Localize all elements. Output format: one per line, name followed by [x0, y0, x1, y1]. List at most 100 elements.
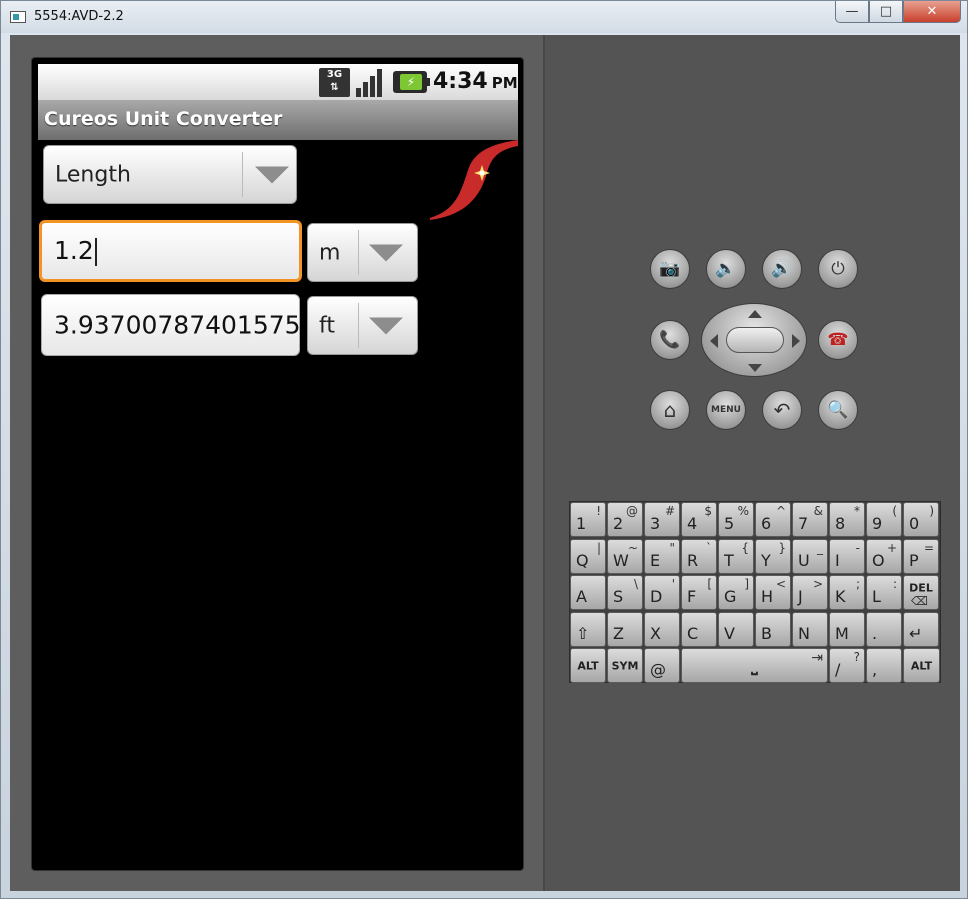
volume-up-button[interactable]: 🔊: [762, 249, 802, 289]
key-label: Z: [613, 623, 624, 643]
output-unit-spinner[interactable]: ft: [307, 296, 418, 355]
key-row2-8[interactable]: O +: [866, 538, 902, 574]
key-alt-right[interactable]: ALT: [903, 648, 940, 683]
key-alt-left[interactable]: ALT: [570, 648, 606, 683]
signal-strength-icon: [356, 68, 386, 97]
key-row4-5[interactable]: B: [755, 611, 791, 647]
back-button[interactable]: ↶: [762, 390, 802, 430]
key-shift-label: $: [704, 504, 712, 518]
camera-button[interactable]: 📷: [650, 249, 690, 289]
key-row3-8[interactable]: L:: [866, 575, 902, 610]
key-shift-label: %: [737, 504, 749, 518]
key-row1-8[interactable]: 9(: [866, 502, 902, 537]
key-row1-7[interactable]: 8 *: [829, 502, 865, 537]
key-row2-2[interactable]: E ": [644, 538, 680, 574]
key-row4-2[interactable]: X: [644, 611, 680, 647]
key-row2-5[interactable]: Y}: [755, 538, 791, 574]
key-label: G: [724, 587, 737, 606]
app-title: Cureos Unit Converter: [44, 108, 283, 130]
input-value-field[interactable]: 1.2: [39, 220, 302, 282]
key-row4-9[interactable]: ↵: [903, 611, 939, 647]
input-unit-spinner[interactable]: m: [307, 223, 418, 282]
key-label: SYM: [611, 659, 639, 672]
key-row1-9[interactable]: 0): [903, 502, 939, 537]
key-row4-4[interactable]: V: [718, 611, 754, 647]
key-label: 7: [798, 514, 809, 533]
key-row4-6[interactable]: N: [792, 611, 828, 647]
key-row3-9[interactable]: DEL ⌫: [903, 575, 939, 610]
search-button[interactable]: 🔍: [818, 390, 858, 430]
key-row3-3[interactable]: F[: [681, 575, 717, 610]
key-label: Q: [576, 550, 589, 570]
key-row2-6[interactable]: U _: [792, 538, 828, 574]
key-label: @: [650, 660, 666, 679]
key-at[interactable]: @: [644, 648, 680, 683]
output-value-field[interactable]: 3.93700787401575: [41, 294, 301, 356]
dpad-center-button[interactable]: [726, 327, 784, 353]
title-bar[interactable]: 5554:AVD-2.2 — □ ✕: [1, 1, 967, 33]
key-row2-1[interactable]: W ~: [607, 538, 643, 574]
key-row2-9[interactable]: P =: [903, 538, 939, 574]
device-screen[interactable]: 3G ⇅ ⚡ 4:34 PM Cureos Unit Converter Len…: [38, 64, 518, 866]
home-button[interactable]: ⌂: [650, 390, 690, 430]
clock-ampm: PM: [491, 74, 518, 92]
key-row2-0[interactable]: Q |: [570, 538, 606, 574]
key-row2-7[interactable]: I-: [829, 538, 865, 574]
space-icon: ⎵: [751, 655, 758, 675]
key-row3-0[interactable]: A: [570, 575, 606, 610]
key-row1-5[interactable]: 6 ^: [755, 502, 791, 537]
minimize-button[interactable]: —: [835, 1, 869, 23]
close-button[interactable]: ✕: [903, 1, 961, 23]
menu-button[interactable]: MENU: [706, 390, 746, 430]
key-row3-7[interactable]: K;: [829, 575, 865, 610]
category-spinner[interactable]: Length: [43, 145, 297, 204]
key-row4-7[interactable]: M: [829, 611, 865, 647]
key-shift-label: ^: [775, 504, 786, 518]
status-bar[interactable]: 3G ⇅ ⚡ 4:34 PM: [38, 64, 518, 100]
key-row4-0[interactable]: ⇧: [570, 611, 606, 647]
key-row1-0[interactable]: 1!: [570, 502, 606, 537]
dpad-down-icon[interactable]: [748, 364, 762, 372]
key-row3-5[interactable]: H <: [755, 575, 791, 610]
key-space[interactable]: ⎵ ⇥: [681, 648, 828, 683]
key-slash[interactable]: / ?: [829, 648, 865, 683]
dpad[interactable]: [701, 303, 807, 377]
key-row1-2[interactable]: 3 #: [644, 502, 680, 537]
key-row3-4[interactable]: G]: [718, 575, 754, 610]
key-row2-3[interactable]: R `: [681, 538, 717, 574]
key-row3-1[interactable]: S \: [607, 575, 643, 610]
key-row3-2[interactable]: D ': [644, 575, 680, 610]
key-label: A: [576, 587, 587, 606]
maximize-button[interactable]: □: [869, 1, 903, 23]
key-label: R: [687, 550, 699, 570]
key-shift-label: }: [778, 540, 786, 555]
key-label: 2: [613, 514, 624, 533]
key-shift-label: _: [817, 540, 823, 555]
key-row4-1[interactable]: Z: [607, 611, 643, 647]
key-row4-8[interactable]: .: [866, 611, 902, 647]
key-row1-6[interactable]: 7 &: [792, 502, 828, 537]
key-shift-label: ?: [853, 650, 860, 664]
key-row3-6[interactable]: J >: [792, 575, 828, 610]
key-row1-4[interactable]: 5%: [718, 502, 754, 537]
dpad-right-icon[interactable]: [792, 334, 800, 348]
volume-down-button[interactable]: 🔈: [706, 249, 746, 289]
key-row1-3[interactable]: 4 $: [681, 502, 717, 537]
key-row1-1[interactable]: 2 @: [607, 502, 643, 537]
key-sym[interactable]: SYM: [607, 648, 643, 683]
call-button[interactable]: 📞: [650, 320, 690, 360]
key-label: 9: [872, 514, 883, 533]
dpad-left-icon[interactable]: [710, 334, 718, 348]
key-label: 6: [761, 514, 772, 533]
app-window-icon: [10, 11, 26, 23]
key-comma[interactable]: ,: [866, 648, 902, 683]
key-row2-4[interactable]: T{: [718, 538, 754, 574]
cureos-logo-icon: [430, 140, 518, 220]
dpad-up-icon[interactable]: [748, 310, 762, 318]
phone-bezel: 3G ⇅ ⚡ 4:34 PM Cureos Unit Converter Len…: [10, 35, 545, 891]
power-button[interactable]: ⏻: [818, 249, 858, 289]
hardware-keyboard: ALT SYM @ ⎵ ⇥ / ? , ALT 1! 2 @3 #4 $5% 6 ^ 7 & 8 *…: [569, 501, 941, 683]
end-call-button[interactable]: ☎: [818, 320, 858, 360]
chevron-down-icon: [369, 244, 403, 261]
key-row4-3[interactable]: C: [681, 611, 717, 647]
